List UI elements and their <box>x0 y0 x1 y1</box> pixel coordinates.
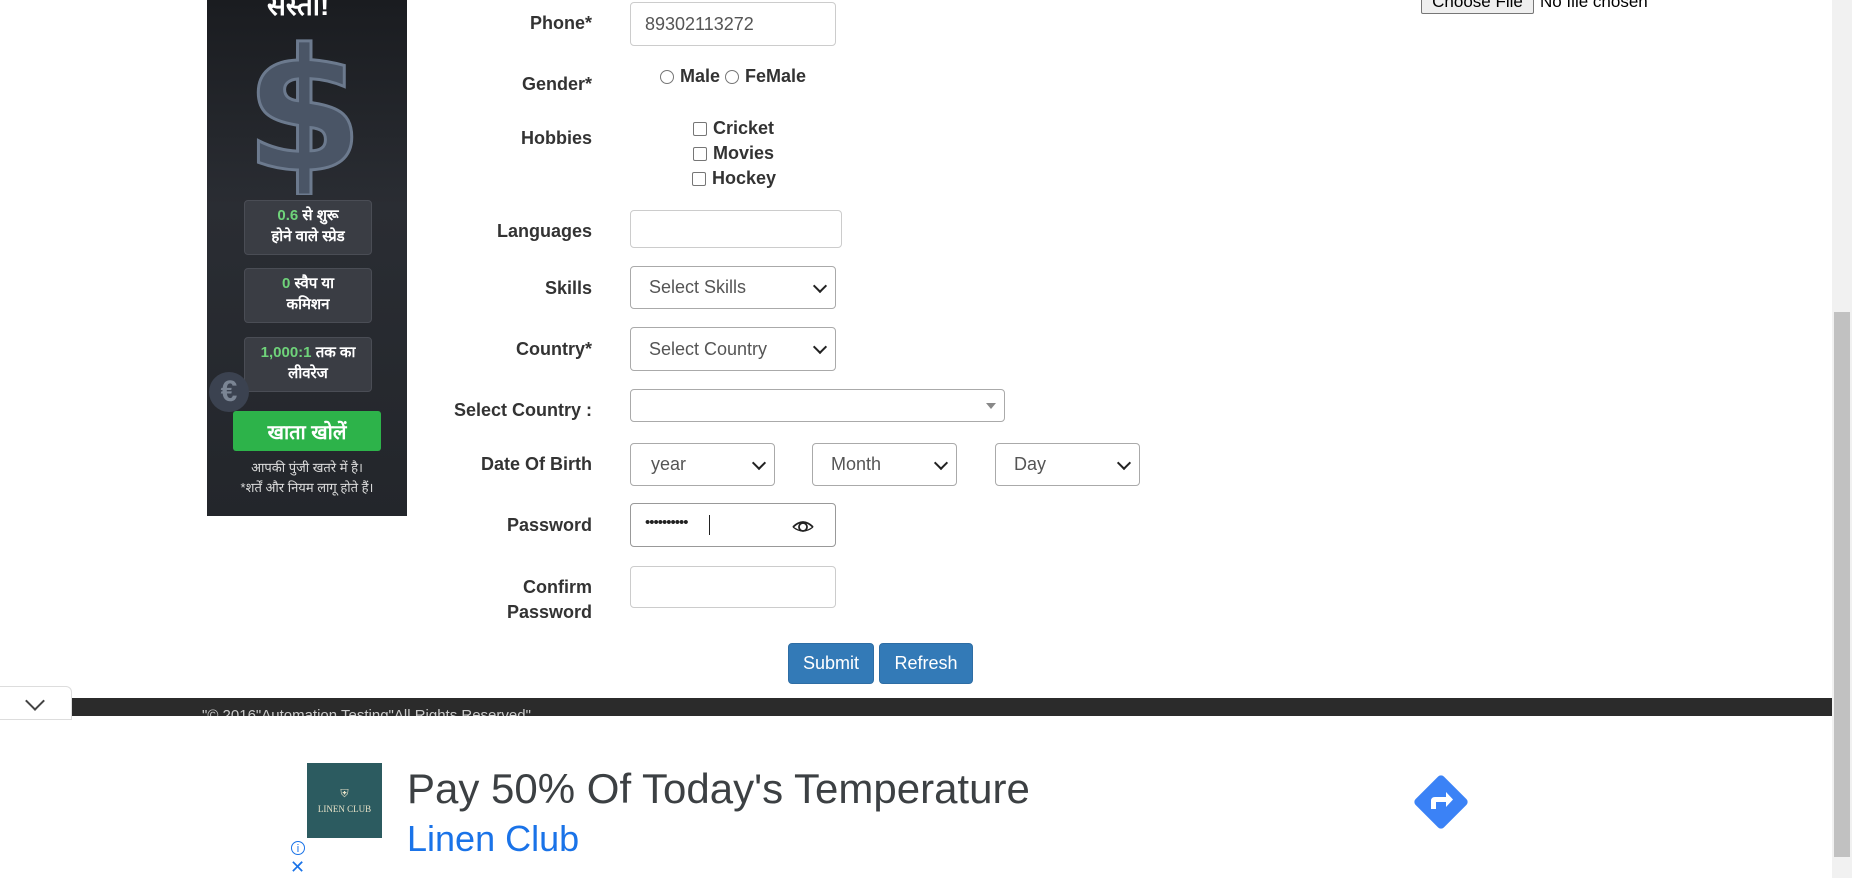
choose-file-button[interactable]: Choose File <box>1421 0 1534 14</box>
ad-close-icon[interactable]: ✕ <box>290 858 305 876</box>
skills-select[interactable]: Select Skills <box>630 266 836 309</box>
password-masked-value: •••••••••• <box>645 514 689 531</box>
select-country-combobox[interactable] <box>630 389 1005 422</box>
confirm-password-input[interactable] <box>630 566 836 608</box>
text-cursor <box>709 515 710 535</box>
gender-female-option[interactable]: FeMale <box>725 66 806 87</box>
collapse-ad-toggle[interactable] <box>0 686 72 720</box>
directions-arrow-icon[interactable] <box>1410 771 1472 833</box>
ad-swap-box: 0 स्वैप या कमिशन <box>244 268 372 323</box>
select-country-label: Select Country : <box>453 400 592 420</box>
password-label: Password <box>506 515 592 535</box>
country-select[interactable]: Select Country <box>630 327 836 371</box>
svg-text:$: $ <box>245 20 363 195</box>
movies-checkbox[interactable] <box>693 146 707 161</box>
languages-input[interactable] <box>630 210 842 248</box>
chevron-down-icon <box>933 455 949 470</box>
hobby-cricket-option[interactable]: Cricket <box>693 118 774 139</box>
bottom-advertisement[interactable]: ⛨ LINEN CLUB Pay 50% Of Today's Temperat… <box>287 725 1543 878</box>
hobbies-label: Hobbies <box>520 128 592 148</box>
password-input[interactable]: •••••••••• <box>630 503 836 547</box>
chevron-down-icon <box>812 339 828 355</box>
male-radio[interactable] <box>660 69 674 84</box>
hobby-hockey-option[interactable]: Hockey <box>692 168 776 189</box>
footer-bar: "© 2016"Automation Testing"All Rights Re… <box>72 698 1832 716</box>
linen-club-logo: ⛨ LINEN CLUB <box>307 763 382 838</box>
refresh-button[interactable]: Refresh <box>879 643 973 684</box>
languages-label: Languages <box>496 221 592 241</box>
footer-copyright: "© 2016"Automation Testing"All Rights Re… <box>202 708 531 716</box>
chevron-down-icon <box>1116 455 1132 470</box>
ad-brand-link[interactable]: Linen Club <box>407 818 579 860</box>
ad-disclaimer: आपकी पुंजी खतरे में है। *शर्तें और नियम ल… <box>240 460 374 495</box>
submit-button[interactable]: Submit <box>788 643 874 684</box>
confirm-password-label: Confirm Password <box>506 577 592 622</box>
file-status-text: No file chosen <box>1540 0 1648 11</box>
skills-label: Skills <box>544 278 592 298</box>
dob-day-select[interactable]: Day <box>995 443 1140 486</box>
ad-leverage-box: 1,000:1 तक का लीवरेज <box>244 337 372 392</box>
dob-year-select[interactable]: year <box>630 443 775 486</box>
chevron-down-icon <box>25 691 45 711</box>
country-label: Country* <box>516 339 592 359</box>
dob-month-select[interactable]: Month <box>812 443 957 486</box>
chevron-down-icon <box>751 455 767 470</box>
crest-icon: ⛨ <box>340 787 349 800</box>
dropdown-arrow-icon <box>986 403 996 409</box>
gender-male-option[interactable]: Male <box>660 66 720 87</box>
eye-icon[interactable] <box>791 516 815 536</box>
ad-open-account-button[interactable]: खाता खोलें <box>233 411 381 451</box>
hobby-movies-option[interactable]: Movies <box>693 143 774 164</box>
phone-label: Phone* <box>529 13 592 33</box>
left-advertisement[interactable]: सस्ता! $ 0.6 से शुरू होने वाले स्प्रेड 0… <box>207 0 407 516</box>
gender-label: Gender* <box>521 74 592 94</box>
ad-spread-box: 0.6 से शुरू होने वाले स्प्रेड <box>244 200 372 255</box>
female-radio[interactable] <box>725 69 739 84</box>
dollar-sign-icon: $ <box>244 20 365 195</box>
dob-label: Date Of Birth <box>480 454 592 474</box>
euro-coin-icon: € <box>209 372 249 412</box>
cricket-checkbox[interactable] <box>693 121 707 136</box>
ad-info-icon[interactable]: i <box>291 841 305 855</box>
scrollbar-thumb[interactable] <box>1834 312 1850 857</box>
hockey-checkbox[interactable] <box>692 171 706 186</box>
ad-headline-text[interactable]: Pay 50% Of Today's Temperature <box>407 765 1030 813</box>
phone-input[interactable] <box>630 2 836 46</box>
chevron-down-icon <box>812 278 828 293</box>
